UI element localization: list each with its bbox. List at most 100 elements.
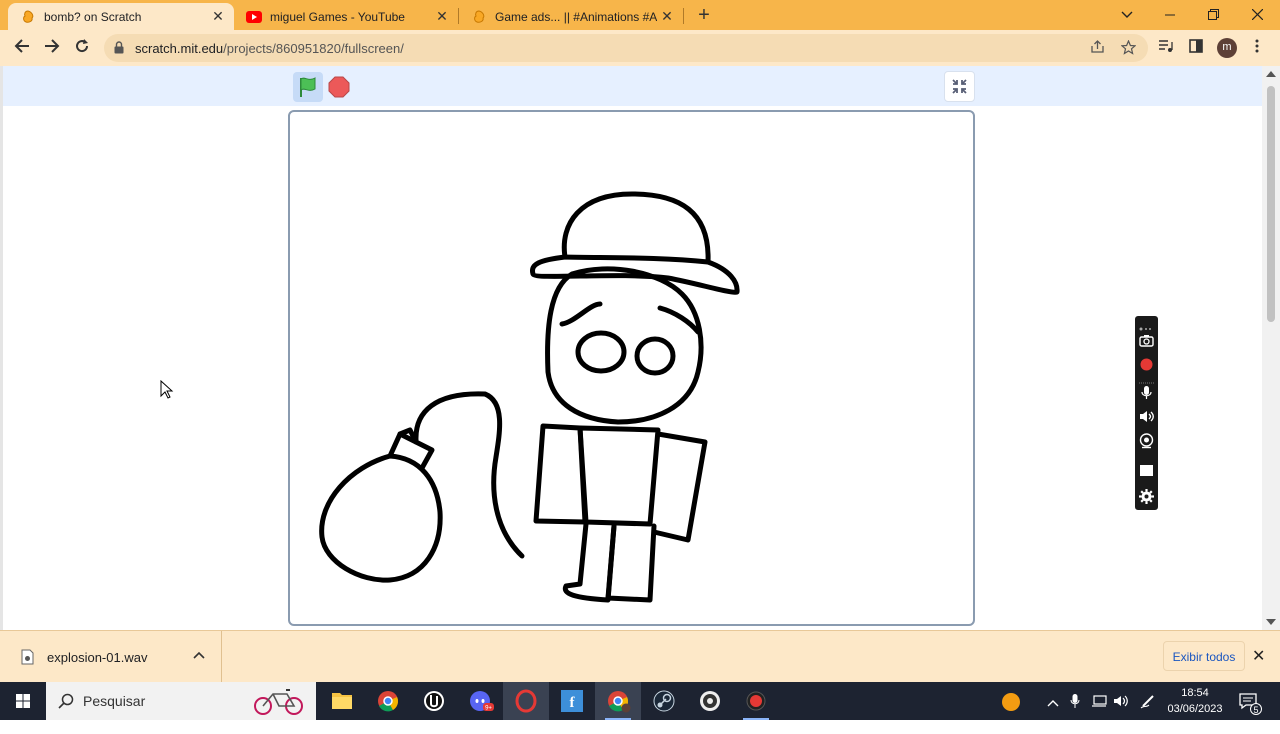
torso [533,423,588,525]
hat-brim [530,254,740,295]
tab-close-icon[interactable]: ✕ [432,8,452,25]
screen-recorder-toolbar [1135,316,1158,510]
scratch-stage[interactable] [288,110,975,626]
lock-icon [114,41,124,59]
page-viewport [0,66,1280,630]
chrome-icon[interactable] [365,682,411,720]
profile-avatar[interactable]: m [1217,38,1237,58]
speaker-icon[interactable] [1138,408,1155,425]
camera-icon[interactable] [1138,332,1155,349]
discord-icon[interactable]: 9+ [457,682,503,720]
tab-title: bomb? on Scratch [44,9,142,24]
torso-front [577,425,661,527]
youtube-icon [246,9,262,25]
green-flag-icon [300,77,316,97]
unreal-icon[interactable] [411,682,457,720]
green-flag-button[interactable] [293,72,323,102]
new-tab-button[interactable]: + [694,4,714,26]
notifications-icon[interactable]: 5 [1238,692,1262,730]
page-scrollbar[interactable] [1262,66,1280,630]
media-control-icon[interactable] [1158,39,1174,57]
scrollbar-thumb[interactable] [1267,86,1275,322]
page-left-edge [0,66,3,630]
unfullscreen-icon [952,79,967,94]
forward-button[interactable] [42,38,62,58]
download-filename: explosion-01.wav [47,650,148,665]
arm-right [651,431,708,543]
url-domain: scratch.mit.edu [135,41,224,56]
screen-area-icon[interactable] [1138,462,1155,479]
tab-title: miguel Games - YouTube [270,9,405,24]
tab-title: Game ads... || #Animations #All # [495,9,657,24]
chevron-up-icon[interactable] [193,646,205,662]
show-all-downloads-button[interactable]: Exibir todos [1163,641,1245,671]
pen-icon[interactable] [1140,693,1156,731]
svg-text:9+: 9+ [485,706,492,712]
eyebrow-left [559,301,603,327]
tab-separator [683,8,684,24]
scratch-player-controls [3,66,1262,106]
opera-icon[interactable] [503,682,549,720]
bookmark-star-icon[interactable] [1120,39,1137,59]
start-button[interactable] [0,682,46,720]
record-icon[interactable] [733,682,779,720]
address-bar[interactable]: scratch.mit.edu/projects/860951820/fulls… [104,34,1148,62]
scratch-icon [471,9,487,25]
close-window-button[interactable] [1234,0,1280,30]
url-path: /projects/860951820/fullscreen/ [223,41,404,56]
webcam-icon[interactable] [1138,432,1155,449]
minimize-button[interactable] [1147,0,1193,30]
clock-date: 03/06/2023 [1167,703,1223,715]
browser-toolbar: scratch.mit.edu/projects/860951820/fulls… [0,30,1280,66]
eye-right [634,336,676,376]
menu-kebab-icon[interactable] [1255,39,1259,57]
microphone-icon[interactable] [1138,384,1155,401]
scratch-icon [20,9,36,25]
record-icon[interactable] [1138,356,1155,373]
tab-close-icon[interactable]: ✕ [208,8,228,25]
unfullscreen-button[interactable] [944,71,975,102]
taskbar-search-box[interactable]: Pesquisar [46,682,316,720]
eye-left [575,330,627,374]
steam-icon[interactable] [641,682,687,720]
search-icon [58,693,74,714]
back-button[interactable] [12,38,32,58]
bomb-body [319,453,443,583]
stage-drawing [319,191,740,603]
taskbar-clock[interactable]: 18:54 03/06/2023 [1160,685,1230,717]
close-download-shelf-button[interactable]: ✕ [1252,646,1265,666]
tab-game-ads[interactable]: Game ads... || #Animations #All # ✕ [459,3,683,30]
microphone-tray-icon[interactable] [1070,693,1080,731]
scroll-down-arrow-icon[interactable] [1266,618,1276,627]
restore-button[interactable] [1190,0,1236,30]
hat-crown [561,191,711,265]
stop-button[interactable] [327,75,351,99]
flash-icon[interactable]: f [549,682,595,720]
download-item[interactable]: explosion-01.wav [0,631,222,683]
settings-gear-icon[interactable] [1138,488,1155,505]
network-icon[interactable] [1090,694,1108,732]
search-placeholder: Pesquisar [83,693,146,709]
side-panel-icon[interactable] [1189,39,1203,57]
show-hidden-icons-chevron-icon[interactable] [1047,696,1059,734]
download-shelf: explosion-01.wav Exibir todos ✕ [0,630,1280,683]
volume-icon[interactable] [1113,694,1129,732]
bicycle-icon [252,686,306,721]
tab-search-dropdown-icon[interactable] [1104,0,1150,30]
browser-titlebar: bomb? on Scratch ✕ miguel Games - YouTub… [0,0,1280,30]
tab-bomb-on-scratch[interactable]: bomb? on Scratch ✕ [8,3,234,30]
scroll-up-arrow-icon[interactable] [1266,70,1276,79]
stop-icon [328,76,350,98]
chrome-profile-icon[interactable] [595,682,641,720]
recorder-grip-icon[interactable] [1138,319,1155,331]
share-icon[interactable] [1090,40,1106,58]
audio-file-icon [21,649,34,670]
recording-time-indicator [1138,374,1155,384]
obs-icon[interactable] [687,682,733,720]
windows-taskbar: Pesquisar 9+ f 18:54 03/06/2023 5 [0,682,1280,720]
reload-button[interactable] [72,38,92,58]
orange-tray-icon[interactable] [1001,692,1021,730]
tab-youtube[interactable]: miguel Games - YouTube ✕ [234,3,458,30]
tab-close-icon[interactable]: ✕ [657,8,677,25]
file-explorer-icon[interactable] [319,682,365,720]
